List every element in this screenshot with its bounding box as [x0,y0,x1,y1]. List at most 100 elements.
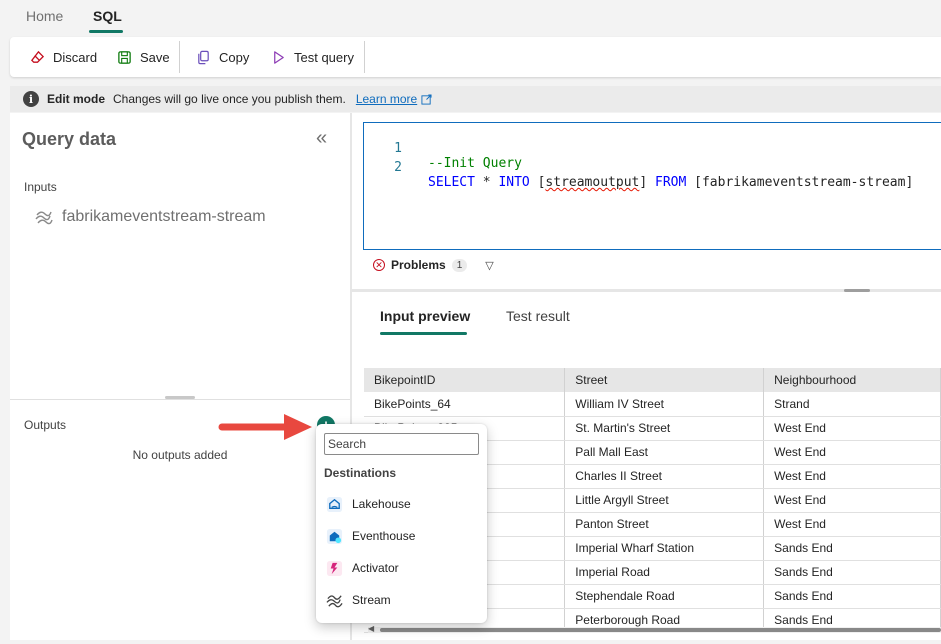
stream-icon [35,211,53,225]
error-identifier: streamoutput [545,175,640,190]
discard-button[interactable]: Discard [30,37,97,77]
eraser-icon [31,50,45,63]
scroll-left-icon[interactable]: ◀ [368,624,374,633]
query-data-panel: Query data « Inputs fabrikameventstream-… [10,113,350,640]
tab-test-result[interactable]: Test result [506,308,570,324]
column-header[interactable]: Neighbourhood [763,368,941,392]
tab-input-preview-indicator [380,332,467,335]
table-cell: West End [763,440,941,465]
keyword-into: INTO [498,175,530,190]
play-icon [274,50,284,64]
lakehouse-icon [326,496,343,512]
code-statement: SELECT * INTO [streamoutput] FROM [fabri… [428,175,913,190]
keyword-from: FROM [655,175,687,190]
table-cell: Charles II Street [564,464,765,489]
test-query-label: Test query [294,49,354,65]
copy-label: Copy [219,49,250,65]
code-line: 1 --Init Query [364,126,941,171]
horizontal-scrollbar[interactable]: ◀ [368,624,941,633]
destination-label: Activator [352,561,399,575]
learn-more-link[interactable]: Learn more [356,92,417,106]
destination-search-input[interactable] [324,433,479,455]
edit-mode-infobar: i Edit mode Changes will go live once yo… [10,86,941,112]
code-token: [fabrikameventstream-stream] [686,175,914,190]
destination-label: Lakehouse [352,497,411,511]
infobar-message: Changes will go live once you publish th… [113,92,346,106]
eventhouse-icon [326,528,343,544]
table-cell: William IV Street [564,392,765,417]
outputs-label: Outputs [24,418,67,432]
table-cell: Panton Street [564,512,765,537]
copy-icon [198,50,209,64]
destination-lakehouse[interactable]: Lakehouse [324,490,479,518]
destination-eventhouse[interactable]: Eventhouse [324,522,479,550]
stream-icon [326,594,343,607]
test-query-button[interactable]: Test query [271,37,354,77]
collapse-panel-icon[interactable]: « [316,127,327,150]
toolbar-separator [364,41,365,73]
tab-home[interactable]: Home [26,8,63,24]
code-line: 2 SELECT * INTO [streamoutput] FROM [fab… [364,145,941,190]
column-header[interactable]: Street [564,368,765,392]
panel-splitter-handle[interactable] [165,396,195,399]
table-cell: Stephendale Road [564,584,765,609]
code-token: [ [529,175,546,190]
column-header[interactable]: BikepointID [364,368,566,392]
chevron-down-icon[interactable]: ▽ [485,259,493,272]
destinations-header: Destinations [324,466,397,480]
destination-activator[interactable]: Activator [324,554,479,582]
table-cell: BikePoints_64 [364,392,566,417]
table-cell: West End [763,464,941,489]
table-row[interactable]: BikePoints_64 William IV Street Strand [364,392,941,417]
problems-label: Problems [391,258,446,272]
tab-sql-indicator [89,30,123,33]
table-cell: West End [763,416,941,441]
save-label: Save [140,49,170,65]
destinations-dropdown: Destinations Lakehouse Eventhouse Activa… [316,424,487,623]
table-cell: Sands End [763,584,941,609]
destination-stream[interactable]: Stream [324,586,479,614]
input-item-label: fabrikameventstream-stream [62,208,266,225]
problems-count-badge: 1 [451,258,468,272]
tab-input-preview[interactable]: Input preview [380,308,470,324]
toolbar-separator [179,41,180,73]
info-icon: i [23,91,39,107]
error-icon: ✕ [373,259,385,271]
problems-toggle[interactable]: ✕ Problems 1 ▽ [373,258,494,272]
input-item-eventstream[interactable]: fabrikameventstream-stream [34,207,266,227]
line-number: 2 [394,160,402,175]
infobar-title: Edit mode [47,92,106,106]
table-cell: Strand [763,392,941,417]
code-token: * [474,175,499,190]
table-cell: Little Argyll Street [564,488,765,513]
table-cell: Imperial Wharf Station [564,536,765,561]
panel-splitter [10,399,350,400]
table-cell: Sands End [763,536,941,561]
code-editor[interactable]: 1 --Init Query 2 SELECT * INTO [streamou… [363,122,941,250]
tab-sql[interactable]: SQL [93,8,122,24]
learn-more-label: Learn more [355,92,418,106]
table-cell: West End [763,488,941,513]
table-cell: Pall Mall East [564,440,765,465]
table-cell: West End [763,512,941,537]
activator-icon [326,560,343,576]
table-cell: Imperial Road [564,560,765,585]
ribbon-tab-bar: Home SQL [0,0,941,36]
table-header-row: BikepointID Street Neighbourhood [364,368,941,392]
annotation-arrow-icon [218,414,312,440]
no-outputs-message: No outputs added [132,448,228,462]
code-token: ] [639,175,655,190]
save-button[interactable]: Save [117,37,170,77]
save-icon [118,50,131,64]
discard-label: Discard [53,49,98,65]
toolbar: Discard Save Copy Test query [10,37,941,77]
destination-label: Stream [352,593,391,607]
external-link-icon[interactable] [421,93,432,105]
inputs-label: Inputs [24,180,57,194]
scrollbar-thumb[interactable] [380,628,941,632]
keyword-select: SELECT [428,175,475,190]
copy-button[interactable]: Copy [196,37,249,77]
table-cell: St. Martin's Street [564,416,765,441]
panel-title: Query data [22,129,117,149]
destination-label: Eventhouse [352,529,416,543]
